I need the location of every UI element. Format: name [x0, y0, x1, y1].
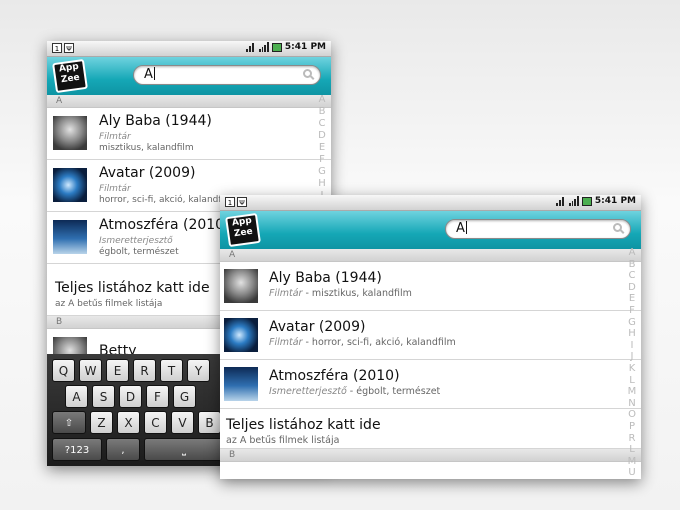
phone-screen-results: 1Ψ 5:41 PM App Zee A A Aly Baba (1944) Fi…: [220, 195, 641, 479]
section-header-b: B: [220, 449, 641, 462]
movie-thumbnail: [224, 269, 258, 303]
key-g[interactable]: G: [173, 385, 196, 408]
alphabet-index[interactable]: ABC DEF GHI JKL MNO PRL MUP: [626, 247, 638, 479]
list-item-aly-baba[interactable]: Aly Baba (1944) Filmtár misztikus, kalan…: [47, 108, 331, 160]
alphabet-index[interactable]: ABC DEF GHI: [316, 94, 328, 202]
wifi-icon: [245, 42, 256, 52]
item-title: Avatar (2009): [269, 319, 366, 335]
movie-thumbnail: [53, 220, 87, 254]
sim-icon: 1: [52, 43, 62, 53]
key-d[interactable]: D: [119, 385, 142, 408]
item-category: Filmtár: [99, 184, 131, 194]
usb-icon: Ψ: [64, 43, 74, 53]
numbers-key[interactable]: ?123: [52, 438, 102, 461]
movie-thumbnail: [224, 367, 258, 401]
signal-icon: [568, 196, 579, 206]
search-icon[interactable]: [303, 69, 312, 78]
item-title: Aly Baba (1944): [99, 113, 212, 129]
key-c[interactable]: C: [144, 411, 167, 434]
search-input[interactable]: A: [133, 65, 321, 85]
list-item-aly-baba[interactable]: Aly Baba (1944) Filmtár - misztikus, kal…: [220, 262, 641, 311]
search-icon[interactable]: [613, 223, 622, 232]
full-list-link[interactable]: Teljes listához katt ide az A betűs film…: [220, 409, 641, 449]
app-header: App Zee A: [220, 211, 641, 249]
list-item-atmoszfera[interactable]: Atmoszféra (2010) Ismeretterjesztő - égb…: [220, 360, 641, 409]
appzee-logo[interactable]: App Zee: [225, 212, 261, 248]
key-e[interactable]: E: [106, 359, 129, 382]
item-tags: misztikus, kalandfilm: [99, 143, 194, 153]
item-category: Ismeretterjesztő: [99, 236, 173, 246]
status-time: 5:41 PM: [284, 42, 326, 52]
item-title: Avatar (2009): [99, 165, 196, 181]
app-header: App Zee A: [47, 57, 331, 95]
search-query: A: [456, 221, 465, 236]
signal-icon: [258, 42, 269, 52]
item-tags: horror, sci-fi, akció, kalandfi: [99, 195, 225, 205]
movie-thumbnail: [224, 318, 258, 352]
sim-icon: 1: [225, 197, 235, 207]
section-header-a: A: [220, 249, 641, 262]
key-w[interactable]: W: [79, 359, 102, 382]
shift-key[interactable]: ⇧: [52, 411, 86, 434]
comma-key[interactable]: ,: [106, 438, 140, 461]
search-input[interactable]: A: [445, 219, 631, 239]
item-title: Atmoszféra (2010): [99, 217, 230, 233]
key-s[interactable]: S: [92, 385, 115, 408]
item-title: Aly Baba (1944): [269, 270, 382, 286]
item-category: Filmtár: [99, 132, 131, 142]
full-list-subtitle: az A betűs filmek listája: [226, 435, 340, 446]
movie-thumbnail: [53, 168, 87, 202]
item-tags: égbolt, természet: [99, 247, 179, 257]
key-x[interactable]: X: [117, 411, 140, 434]
battery-icon: [581, 196, 592, 206]
full-list-subtitle: az A betűs filmek listája: [55, 299, 163, 309]
full-list-title: Teljes listához katt ide: [226, 417, 381, 433]
appzee-logo[interactable]: App Zee: [52, 58, 88, 94]
key-a[interactable]: A: [65, 385, 88, 408]
list-item-avatar[interactable]: Avatar (2009) Filmtár - horror, sci-fi, …: [220, 311, 641, 360]
item-meta: Filmtár - horror, sci-fi, akció, kalandf…: [269, 337, 456, 348]
usb-icon: Ψ: [237, 197, 247, 207]
status-bar: 1Ψ 5:41 PM: [47, 41, 331, 57]
section-header-a: A: [47, 95, 331, 108]
battery-icon: [271, 42, 282, 52]
movie-thumbnail: [53, 116, 87, 150]
key-r[interactable]: R: [133, 359, 156, 382]
item-meta: Filmtár - misztikus, kalandfilm: [269, 288, 412, 299]
key-b[interactable]: B: [198, 411, 221, 434]
search-query: A: [144, 67, 153, 82]
key-f[interactable]: F: [146, 385, 169, 408]
key-z[interactable]: Z: [90, 411, 113, 434]
wifi-icon: [555, 196, 566, 206]
key-q[interactable]: Q: [52, 359, 75, 382]
item-title: Atmoszféra (2010): [269, 368, 400, 384]
space-key[interactable]: ⎵: [144, 438, 224, 461]
full-list-title: Teljes listához katt ide: [55, 280, 210, 296]
key-y[interactable]: Y: [187, 359, 210, 382]
status-bar: 1Ψ 5:41 PM: [220, 195, 641, 211]
status-time: 5:41 PM: [594, 196, 636, 206]
item-meta: Ismeretterjesztő - égbolt, természet: [269, 386, 441, 397]
key-t[interactable]: T: [160, 359, 183, 382]
key-v[interactable]: V: [171, 411, 194, 434]
